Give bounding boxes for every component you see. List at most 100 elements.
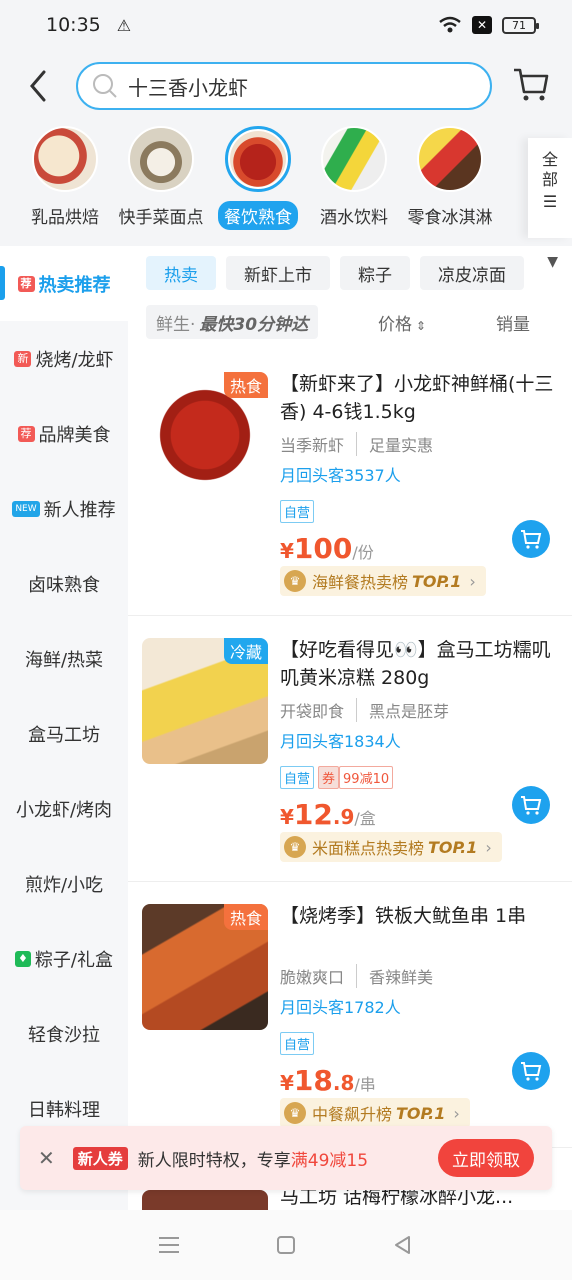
category-item[interactable]: 酒水饮料 <box>304 126 404 230</box>
header: 十三香小龙虾 <box>0 50 572 122</box>
category-label: 酒水饮料 <box>320 208 388 228</box>
new-tag: 新 <box>14 350 32 367</box>
sidebar-item-label: 海鲜/热菜 <box>24 649 104 671</box>
home-nav-button[interactable] <box>273 1232 299 1258</box>
product-card[interactable]: 热食 【新虾来了】小龙虾神鲜桶(十三香) 4-6钱1.5kg 当季新虾 足量实惠 … <box>128 350 572 616</box>
fresh-filter[interactable]: 鲜生· 最快30分钟达 <box>146 305 319 339</box>
category-label: 快手菜面点 <box>118 208 204 228</box>
search-query: 十三香小龙虾 <box>128 75 248 100</box>
chevron-right-icon: › <box>469 571 476 591</box>
close-icon[interactable]: ✕ <box>38 1146 55 1170</box>
leaf-icon: ♦ <box>15 950 31 967</box>
sort-sales[interactable]: 销量 <box>496 310 530 335</box>
sidebar-item-salad[interactable]: 轻食沙拉 <box>0 996 128 1071</box>
back-nav-button[interactable] <box>390 1232 416 1258</box>
all-label: 全部 <box>541 150 558 189</box>
product-features: 开袋即食 黑点是胚芽 <box>280 698 449 722</box>
sidebar-item-label: 轻食沙拉 <box>28 1024 100 1046</box>
medal-icon: ♛ <box>284 836 306 858</box>
rank-badge[interactable]: ♛ 中餐飙升榜 TOP.1 › <box>280 1098 470 1128</box>
new-badge-icon: NEW <box>12 500 40 517</box>
product-features: 当季新虾 足量实惠 <box>280 432 433 456</box>
sidebar-item-hema-workshop[interactable]: 盒马工坊 <box>0 696 128 771</box>
sidebar-item-brand[interactable]: 荐品牌美食 <box>0 396 128 471</box>
category-item[interactable]: 乳品烘焙 <box>15 126 115 230</box>
sidebar-item-seafood[interactable]: 海鲜/热菜 <box>0 621 128 696</box>
feature-1: 脆嫩爽口 <box>280 968 345 987</box>
tag-hot[interactable]: 热卖 <box>146 256 216 290</box>
sort-price[interactable]: 价格 ⇕ <box>378 310 426 335</box>
tag-cold-noodles[interactable]: 凉皮凉面 <box>420 256 524 290</box>
sidebar-item-label: 日韩料理 <box>28 1099 100 1121</box>
add-to-cart-button[interactable] <box>512 520 550 558</box>
recommend-tag: 荐 <box>17 275 35 292</box>
add-to-cart-button[interactable] <box>512 786 550 824</box>
status-bar: 10:35 ⚠ ✕ 71 <box>0 0 572 50</box>
feature-2: 香辣鲜美 <box>356 964 433 988</box>
product-title: 马工坊 话梅柠檬冰醉小龙... <box>280 1190 514 1208</box>
category-item[interactable]: 快手菜面点 <box>111 126 211 230</box>
claim-coupon-button[interactable]: 立即领取 <box>438 1139 534 1177</box>
sidebar-item-fried[interactable]: 煎炸/小吃 <box>0 846 128 921</box>
tag-new-shrimp[interactable]: 新虾上市 <box>226 256 330 290</box>
wifi-icon <box>439 16 461 33</box>
dairy-bakery-image <box>32 126 98 192</box>
product-image: 热食 <box>142 904 268 1030</box>
sidebar-item-braised[interactable]: 卤味熟食 <box>0 546 128 621</box>
category-label: 乳品烘焙 <box>31 208 99 228</box>
sidebar-item-bbq[interactable]: 新烧烤/龙虾 <box>0 321 128 396</box>
self-run-tag: 自营 <box>280 500 315 523</box>
next-product-peek[interactable]: 马工坊 话梅柠檬冰醉小龙... <box>128 1190 572 1210</box>
menu-icon: ☰ <box>542 192 558 211</box>
fresh-speed: 最快30分钟达 <box>199 314 309 335</box>
category-item[interactable]: 零食冰淇淋 <box>400 126 500 230</box>
product-badge: 热食 <box>223 372 268 398</box>
filter-tag-row: 热卖 新虾上市 粽子 凉皮凉面 <box>146 256 572 292</box>
category-strip: 乳品烘焙 快手菜面点 餐饮熟食 酒水饮料 零食冰淇淋 全部 ☰ <box>0 122 572 246</box>
rank-top: TOP.1 <box>428 837 478 857</box>
sidebar-item-crayfish[interactable]: 小龙虾/烤肉 <box>0 771 128 846</box>
rank-label: 海鲜餐热卖榜 <box>312 573 409 592</box>
system-nav-bar <box>0 1210 572 1280</box>
product-image: 冷藏 <box>142 638 268 764</box>
rank-top: TOP.1 <box>412 571 462 591</box>
sidebar-item-label: 烧烤/龙虾 <box>35 349 114 371</box>
expand-tags-icon[interactable]: ▼ <box>547 254 558 270</box>
all-categories-button[interactable]: 全部 ☰ <box>528 138 572 238</box>
add-to-cart-button[interactable] <box>512 1052 550 1090</box>
rank-badge[interactable]: ♛ 米面糕点热卖榜 TOP.1 › <box>280 832 502 862</box>
chevron-left-icon <box>30 70 46 102</box>
back-triangle-icon <box>395 1236 411 1254</box>
product-tags: 自营 <box>280 500 315 523</box>
feature-1: 当季新虾 <box>280 436 345 455</box>
promo-text: 新人限时特权，专享满49减15 <box>137 1150 369 1171</box>
self-run-tag: 自营 <box>280 766 315 789</box>
chevron-right-icon: › <box>485 837 492 857</box>
sidebar-item-newcomer[interactable]: NEW 新人推荐 <box>0 471 128 546</box>
search-icon <box>93 74 117 98</box>
product-image: 热食 <box>142 372 268 498</box>
promo-highlight: 满49减15 <box>290 1150 369 1171</box>
product-card[interactable]: 热食 【烧烤季】铁板大鱿鱼串 1串 脆嫩爽口 香辣鲜美 月回头客1782人 自营 … <box>128 882 572 1148</box>
feature-2: 足量实惠 <box>356 432 433 456</box>
sidebar-item-hot[interactable]: 荐热卖推荐 <box>0 246 128 321</box>
sidebar: 荐热卖推荐 新烧烤/龙虾 荐品牌美食 NEW 新人推荐 卤味熟食 海鲜/热菜 盒马… <box>0 246 128 1210</box>
category-item-active[interactable]: 餐饮熟食 <box>208 126 308 230</box>
sidebar-item-zongzi[interactable]: ♦ 粽子/礼盒 <box>0 921 128 996</box>
repeat-customers: 月回头客1834人 <box>280 732 401 751</box>
rank-label: 米面糕点热卖榜 <box>312 839 425 858</box>
cart-button[interactable] <box>512 64 550 104</box>
menu-nav-button[interactable] <box>156 1232 182 1258</box>
rank-badge[interactable]: ♛ 海鲜餐热卖榜 TOP.1 › <box>280 566 486 596</box>
product-content: 热卖 新虾上市 粽子 凉皮凉面 ▼ 鲜生· 最快30分钟达 价格 ⇕ 销量 热食 … <box>128 246 572 1210</box>
coupon-tag: 99减10 <box>339 766 394 789</box>
product-badge: 热食 <box>223 904 268 930</box>
quick-dishes-image <box>128 126 194 192</box>
product-title: 【烧烤季】铁板大鱿鱼串 1串 <box>280 905 527 927</box>
battery-icon: 71 <box>502 16 539 34</box>
tag-zongzi[interactable]: 粽子 <box>340 256 410 290</box>
snacks-image <box>417 126 483 192</box>
search-input[interactable]: 十三香小龙虾 <box>76 62 492 110</box>
product-card[interactable]: 冷藏 【好吃看得见👀】盒马工坊糯叽叽黄米凉糕 280g 开袋即食 黑点是胚芽 月回… <box>128 616 572 882</box>
back-button[interactable] <box>20 66 56 106</box>
